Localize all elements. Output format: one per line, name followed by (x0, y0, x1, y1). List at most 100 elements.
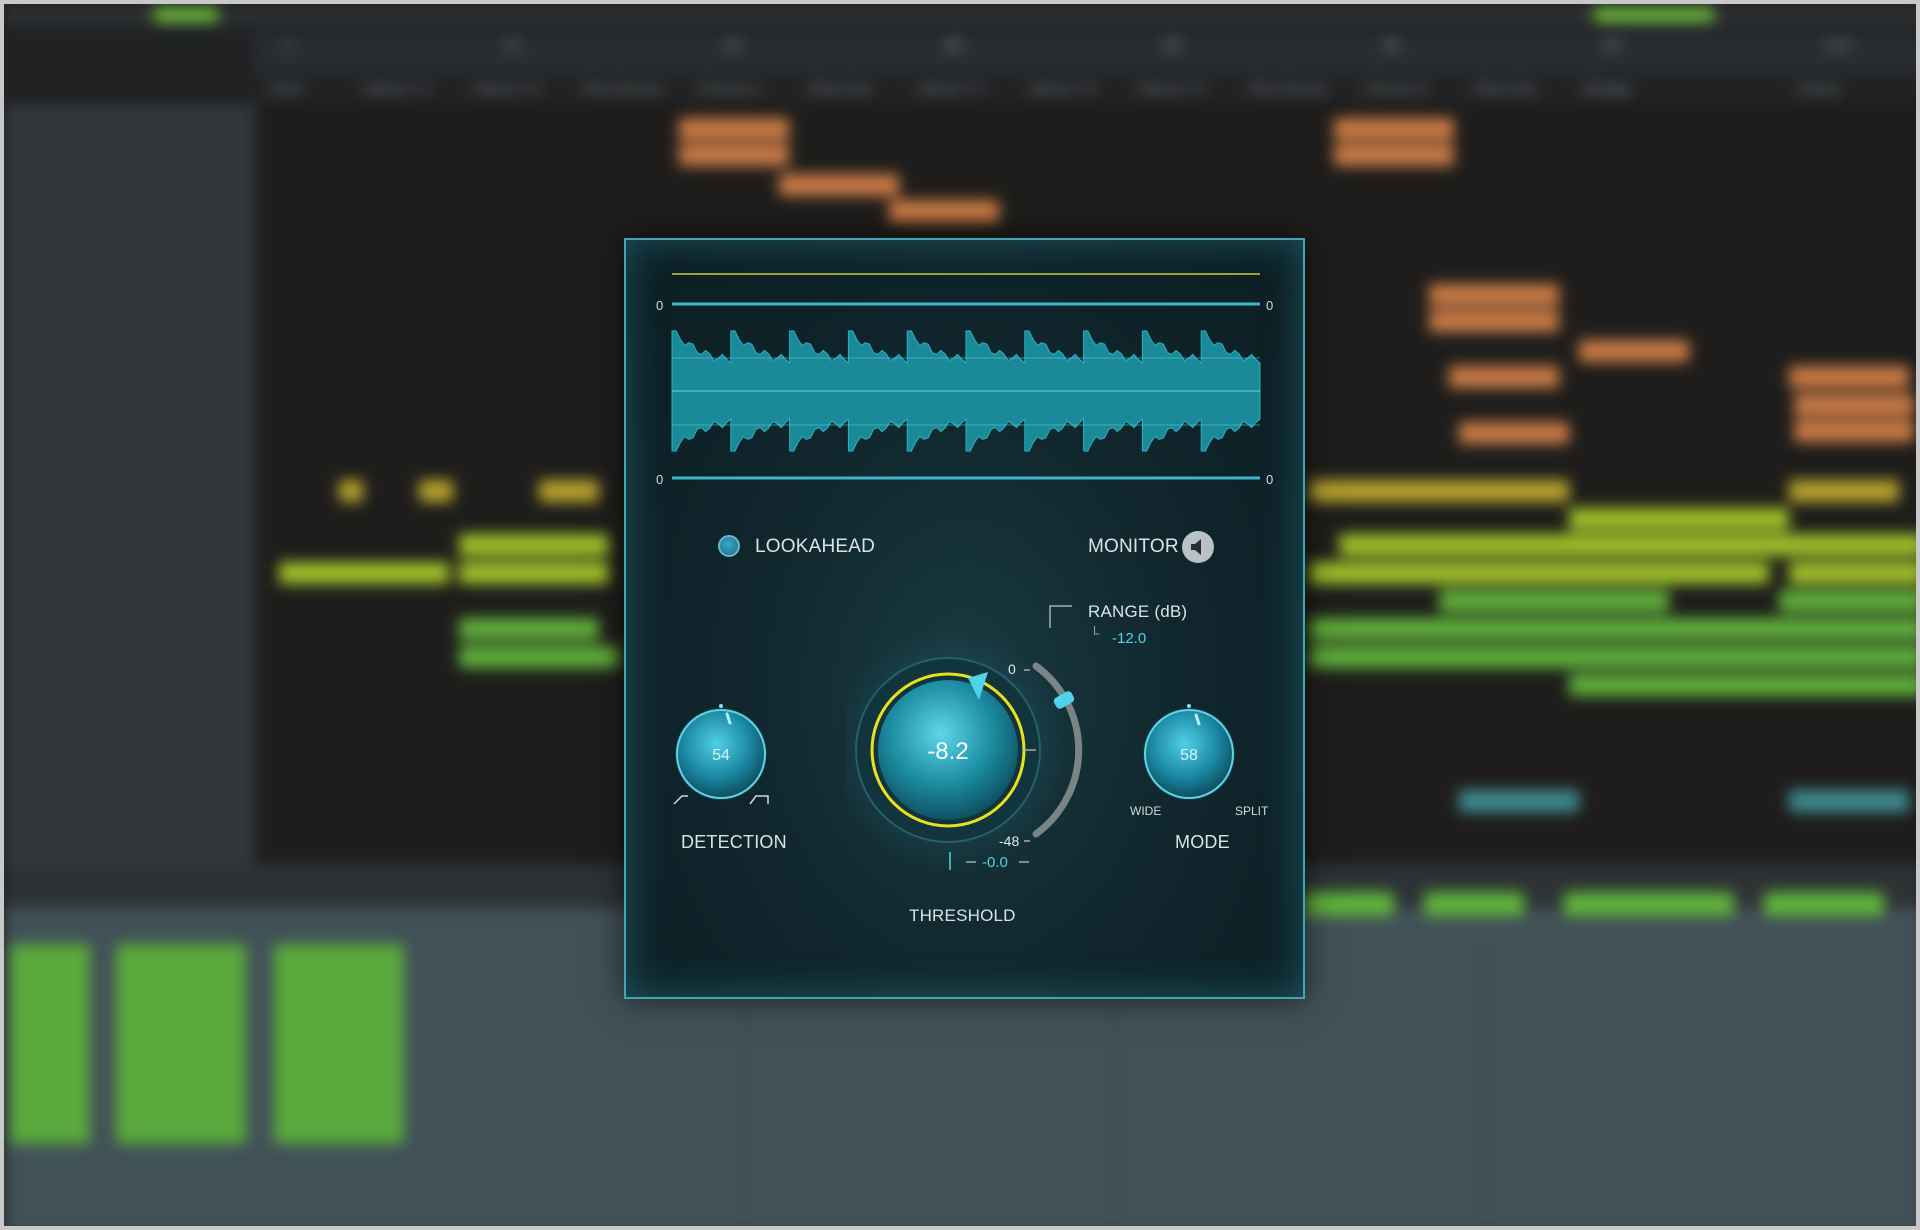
region-clip[interactable] (1579, 340, 1689, 362)
track-header[interactable] (4, 244, 214, 269)
ruler-tick: 33 (724, 38, 742, 54)
region-clip[interactable] (1459, 422, 1569, 444)
arrangement-marker[interactable]: Verse 2 2 (1024, 82, 1096, 106)
track-header[interactable] (4, 724, 214, 749)
track-header[interactable] (4, 424, 214, 449)
track-header[interactable] (4, 364, 214, 389)
editor-cell-column[interactable] (10, 944, 90, 1144)
track-list[interactable] (4, 104, 254, 864)
region-clip[interactable] (1779, 590, 1916, 612)
ruler-tick: 17 (504, 38, 522, 54)
monitor-label: MONITOR (1088, 536, 1179, 557)
editor-cell-column[interactable] (116, 944, 246, 1144)
arrangement-marker[interactable]: Verse 2 1 (914, 82, 986, 106)
ruler-tick: 81 (1384, 38, 1402, 54)
editor-tab[interactable] (1304, 892, 1394, 916)
editor-tab[interactable] (1764, 892, 1884, 916)
fast-attack-icon (673, 795, 688, 805)
region-clip[interactable] (679, 144, 789, 166)
region-clip[interactable] (1794, 420, 1914, 442)
region-clip[interactable] (1309, 618, 1916, 640)
region-clip[interactable] (1429, 284, 1559, 306)
region-clip[interactable] (779, 174, 899, 196)
arrangement-marker[interactable]: Pre-Chorus (1244, 82, 1327, 106)
arrangement-marker[interactable]: Verse 2 3 (1134, 82, 1206, 106)
arrangement-marker[interactable]: Post-Cho (804, 82, 873, 106)
region-clip[interactable] (1339, 534, 1916, 556)
arrangement-marker[interactable]: Verse 1 2 (469, 82, 541, 106)
region-clip[interactable] (1569, 508, 1789, 530)
range-value[interactable]: -12.0 (1112, 630, 1146, 647)
region-clip[interactable] (1569, 674, 1916, 696)
dynamics-plugin-window: 0 0 0 0 LOOKAHEAD MONITOR RANGE (dB) └ -… (624, 238, 1305, 999)
range-label: RANGE (dB) (1088, 602, 1188, 621)
track-header[interactable] (4, 124, 214, 149)
lookahead-toggle[interactable] (718, 535, 740, 557)
region-clip[interactable] (679, 118, 789, 140)
mode-split-label: SPLIT (1235, 804, 1269, 818)
region-clip[interactable] (1439, 590, 1669, 612)
region-clip[interactable] (1429, 310, 1559, 332)
arrangement-marker[interactable]: Outro (1794, 82, 1840, 106)
editor-cell-column[interactable] (274, 944, 404, 1144)
region-clip[interactable] (279, 562, 449, 584)
ruler-tick: 49 (944, 38, 962, 54)
track-header[interactable] (4, 604, 214, 629)
threshold-knob[interactable]: -8.2 0 -48 -0.0 (846, 620, 1106, 930)
region-clip[interactable] (339, 480, 363, 502)
track-header[interactable] (4, 664, 214, 689)
region-clip[interactable] (459, 562, 609, 584)
region-clip[interactable] (459, 646, 619, 668)
region-clip[interactable] (889, 200, 999, 222)
region-clip[interactable] (539, 480, 599, 502)
mode-label: MODE (1175, 832, 1230, 852)
ruler-tick: 113 (1824, 38, 1851, 54)
arrangement-marker[interactable]: Chorus 1 (694, 82, 764, 106)
editor-tab[interactable] (1424, 892, 1524, 916)
track-header[interactable] (4, 484, 214, 509)
meter-scale-bottom-left: 0 (656, 472, 663, 487)
track-header[interactable] (4, 304, 214, 329)
region-clip[interactable] (1789, 480, 1899, 502)
threshold-readout: -0.0 (982, 854, 1008, 871)
ruler-tick: 97 (1604, 38, 1622, 54)
region-clip[interactable] (1459, 790, 1579, 812)
region-clip[interactable] (1309, 562, 1769, 584)
track-header[interactable] (4, 544, 214, 569)
region-clip[interactable] (1789, 790, 1909, 812)
arrangement-marker[interactable]: Bridge (1579, 82, 1632, 106)
arrangement-marker[interactable]: Pre-Chorus (579, 82, 662, 106)
timeline-ruler[interactable]: 1 17 33 49 65 81 97 113 (254, 34, 1916, 74)
editor-divider (1484, 944, 1486, 1226)
region-clip[interactable] (1789, 366, 1909, 388)
slow-attack-icon (749, 795, 769, 805)
mode-wide-label: WIDE (1130, 804, 1162, 818)
region-clip[interactable] (459, 618, 599, 640)
arrangement-marker[interactable]: Post-Cho (1469, 82, 1538, 106)
arrangement-marker[interactable]: Chorus 2 (1359, 82, 1429, 106)
region-clip[interactable] (1309, 480, 1569, 502)
region-clip[interactable] (459, 534, 609, 556)
arrangement-marker[interactable]: Verse 1 1 (359, 82, 431, 106)
daw-status-indicator (1594, 8, 1714, 22)
editor-tab[interactable] (1564, 892, 1734, 916)
mode-value: 58 (1180, 747, 1198, 764)
detection-top-dot (719, 704, 723, 708)
region-clip[interactable] (1334, 144, 1454, 166)
detection-knob[interactable]: 54 (664, 692, 784, 822)
threshold-label: THRESHOLD (909, 906, 1016, 925)
region-clip[interactable] (1794, 394, 1914, 416)
arrangement-marker[interactable]: Intro (264, 82, 304, 106)
detection-label: DETECTION (681, 832, 787, 852)
ruler-tick: 1 (284, 38, 293, 54)
track-header[interactable] (4, 184, 214, 209)
mode-knob[interactable]: 58 (1132, 692, 1252, 822)
region-clip[interactable] (1334, 118, 1454, 140)
region-clip[interactable] (1789, 562, 1916, 584)
region-clip[interactable] (1309, 646, 1916, 668)
track-header[interactable] (4, 784, 214, 809)
range-scale-min: -48 (999, 833, 1019, 849)
monitor-button[interactable] (1182, 531, 1214, 563)
region-clip[interactable] (1449, 366, 1559, 388)
region-clip[interactable] (419, 480, 453, 502)
